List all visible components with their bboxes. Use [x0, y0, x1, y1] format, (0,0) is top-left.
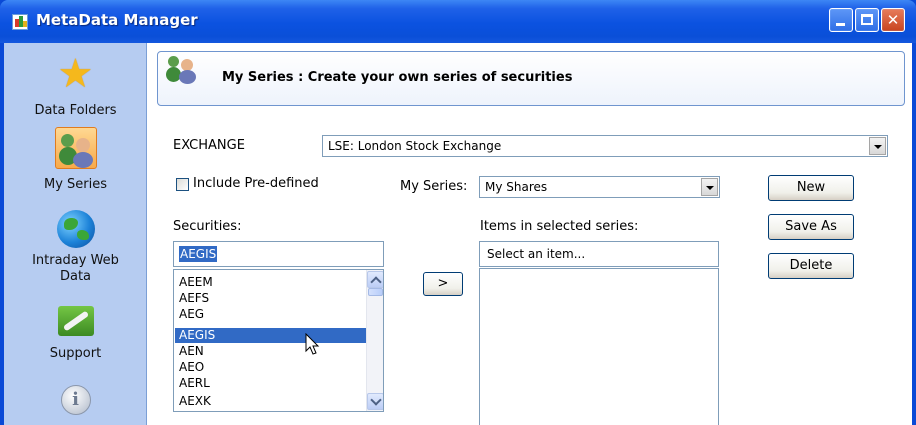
sidebar-item-label: My Series: [43, 177, 108, 192]
close-button[interactable]: ✕: [881, 8, 905, 32]
info-icon: i: [56, 385, 96, 425]
series-items-list[interactable]: [479, 268, 719, 425]
scroll-thumb[interactable]: [368, 288, 383, 296]
people-icon: [164, 55, 198, 85]
items-select-box[interactable]: Select an item...: [479, 241, 719, 267]
list-item[interactable]: AEEM: [177, 275, 213, 290]
add-to-series-button[interactable]: >: [423, 272, 463, 296]
vertical-scrollbar[interactable]: [366, 270, 383, 411]
app-window: MetaData Manager ✕ ★ Data Folders My Ser…: [0, 0, 916, 425]
page-header: My Series : Create your own series of se…: [157, 51, 905, 106]
maximize-button[interactable]: [855, 8, 879, 32]
window-title: MetaData Manager: [36, 11, 198, 29]
list-item[interactable]: AERL: [177, 376, 210, 391]
page-title: My Series : Create your own series of se…: [222, 70, 573, 85]
sidebar-item-about[interactable]: i: [4, 385, 147, 425]
securities-search-input[interactable]: AEGIS: [173, 241, 384, 267]
list-item[interactable]: AEXK: [177, 394, 211, 409]
list-item-selected[interactable]: AEGIS: [175, 328, 366, 343]
scroll-up-icon[interactable]: [367, 271, 383, 288]
new-button[interactable]: New: [768, 175, 854, 201]
securities-search-value: AEGIS: [179, 246, 218, 262]
sidebar-item-support[interactable]: Support: [4, 300, 147, 362]
mouse-cursor-icon: [305, 333, 320, 355]
exchange-dropdown[interactable]: LSE: London Stock Exchange: [322, 135, 888, 157]
list-item[interactable]: AEG: [177, 307, 204, 322]
close-icon: ✕: [886, 11, 900, 29]
star-icon: ★: [57, 51, 94, 97]
globe-icon: [56, 209, 96, 249]
items-placeholder: Select an item...: [487, 247, 586, 261]
securities-label: Securities:: [173, 219, 242, 234]
list-item[interactable]: AEO: [177, 360, 204, 375]
include-predefined-label: Include Pre-defined: [193, 176, 319, 191]
app-chart-icon: [12, 14, 28, 30]
wrench-icon: [56, 300, 96, 340]
my-series-label: My Series:: [400, 179, 468, 194]
sidebar-item-label: Data Folders: [34, 103, 117, 118]
minimize-icon: [836, 23, 845, 26]
list-item[interactable]: AEFS: [177, 291, 209, 306]
sidebar-item-label: Intraday Web Data: [32, 253, 119, 284]
title-bar[interactable]: MetaData Manager ✕: [0, 0, 916, 43]
my-series-dropdown[interactable]: My Shares: [479, 176, 720, 198]
sidebar-item-data-folders[interactable]: ★ Data Folders: [4, 54, 147, 119]
people-icon: [54, 127, 97, 169]
sidebar-item-intraday-web-data[interactable]: Intraday Web Data: [4, 209, 147, 285]
securities-list[interactable]: AEEM AEFS AEG AEGIS AEN AEO AERL AEXK: [173, 269, 384, 412]
maximize-icon: [861, 14, 873, 25]
minimize-button[interactable]: [829, 8, 853, 32]
include-predefined-checkbox[interactable]: [176, 178, 189, 191]
items-label: Items in selected series:: [480, 219, 639, 234]
save-as-button[interactable]: Save As: [768, 214, 854, 240]
sidebar: ★ Data Folders My Series Intraday Web Da…: [4, 43, 147, 425]
sidebar-item-my-series[interactable]: My Series: [4, 127, 147, 193]
chevron-down-icon[interactable]: [869, 137, 886, 155]
list-item[interactable]: AEN: [177, 344, 204, 359]
exchange-value: LSE: London Stock Exchange: [328, 139, 502, 153]
scroll-down-icon[interactable]: [367, 393, 383, 410]
exchange-label: EXCHANGE: [173, 138, 245, 153]
my-series-value: My Shares: [485, 180, 548, 194]
sidebar-item-label: Support: [49, 346, 102, 361]
chevron-down-icon[interactable]: [701, 178, 718, 196]
delete-button[interactable]: Delete: [768, 253, 854, 279]
